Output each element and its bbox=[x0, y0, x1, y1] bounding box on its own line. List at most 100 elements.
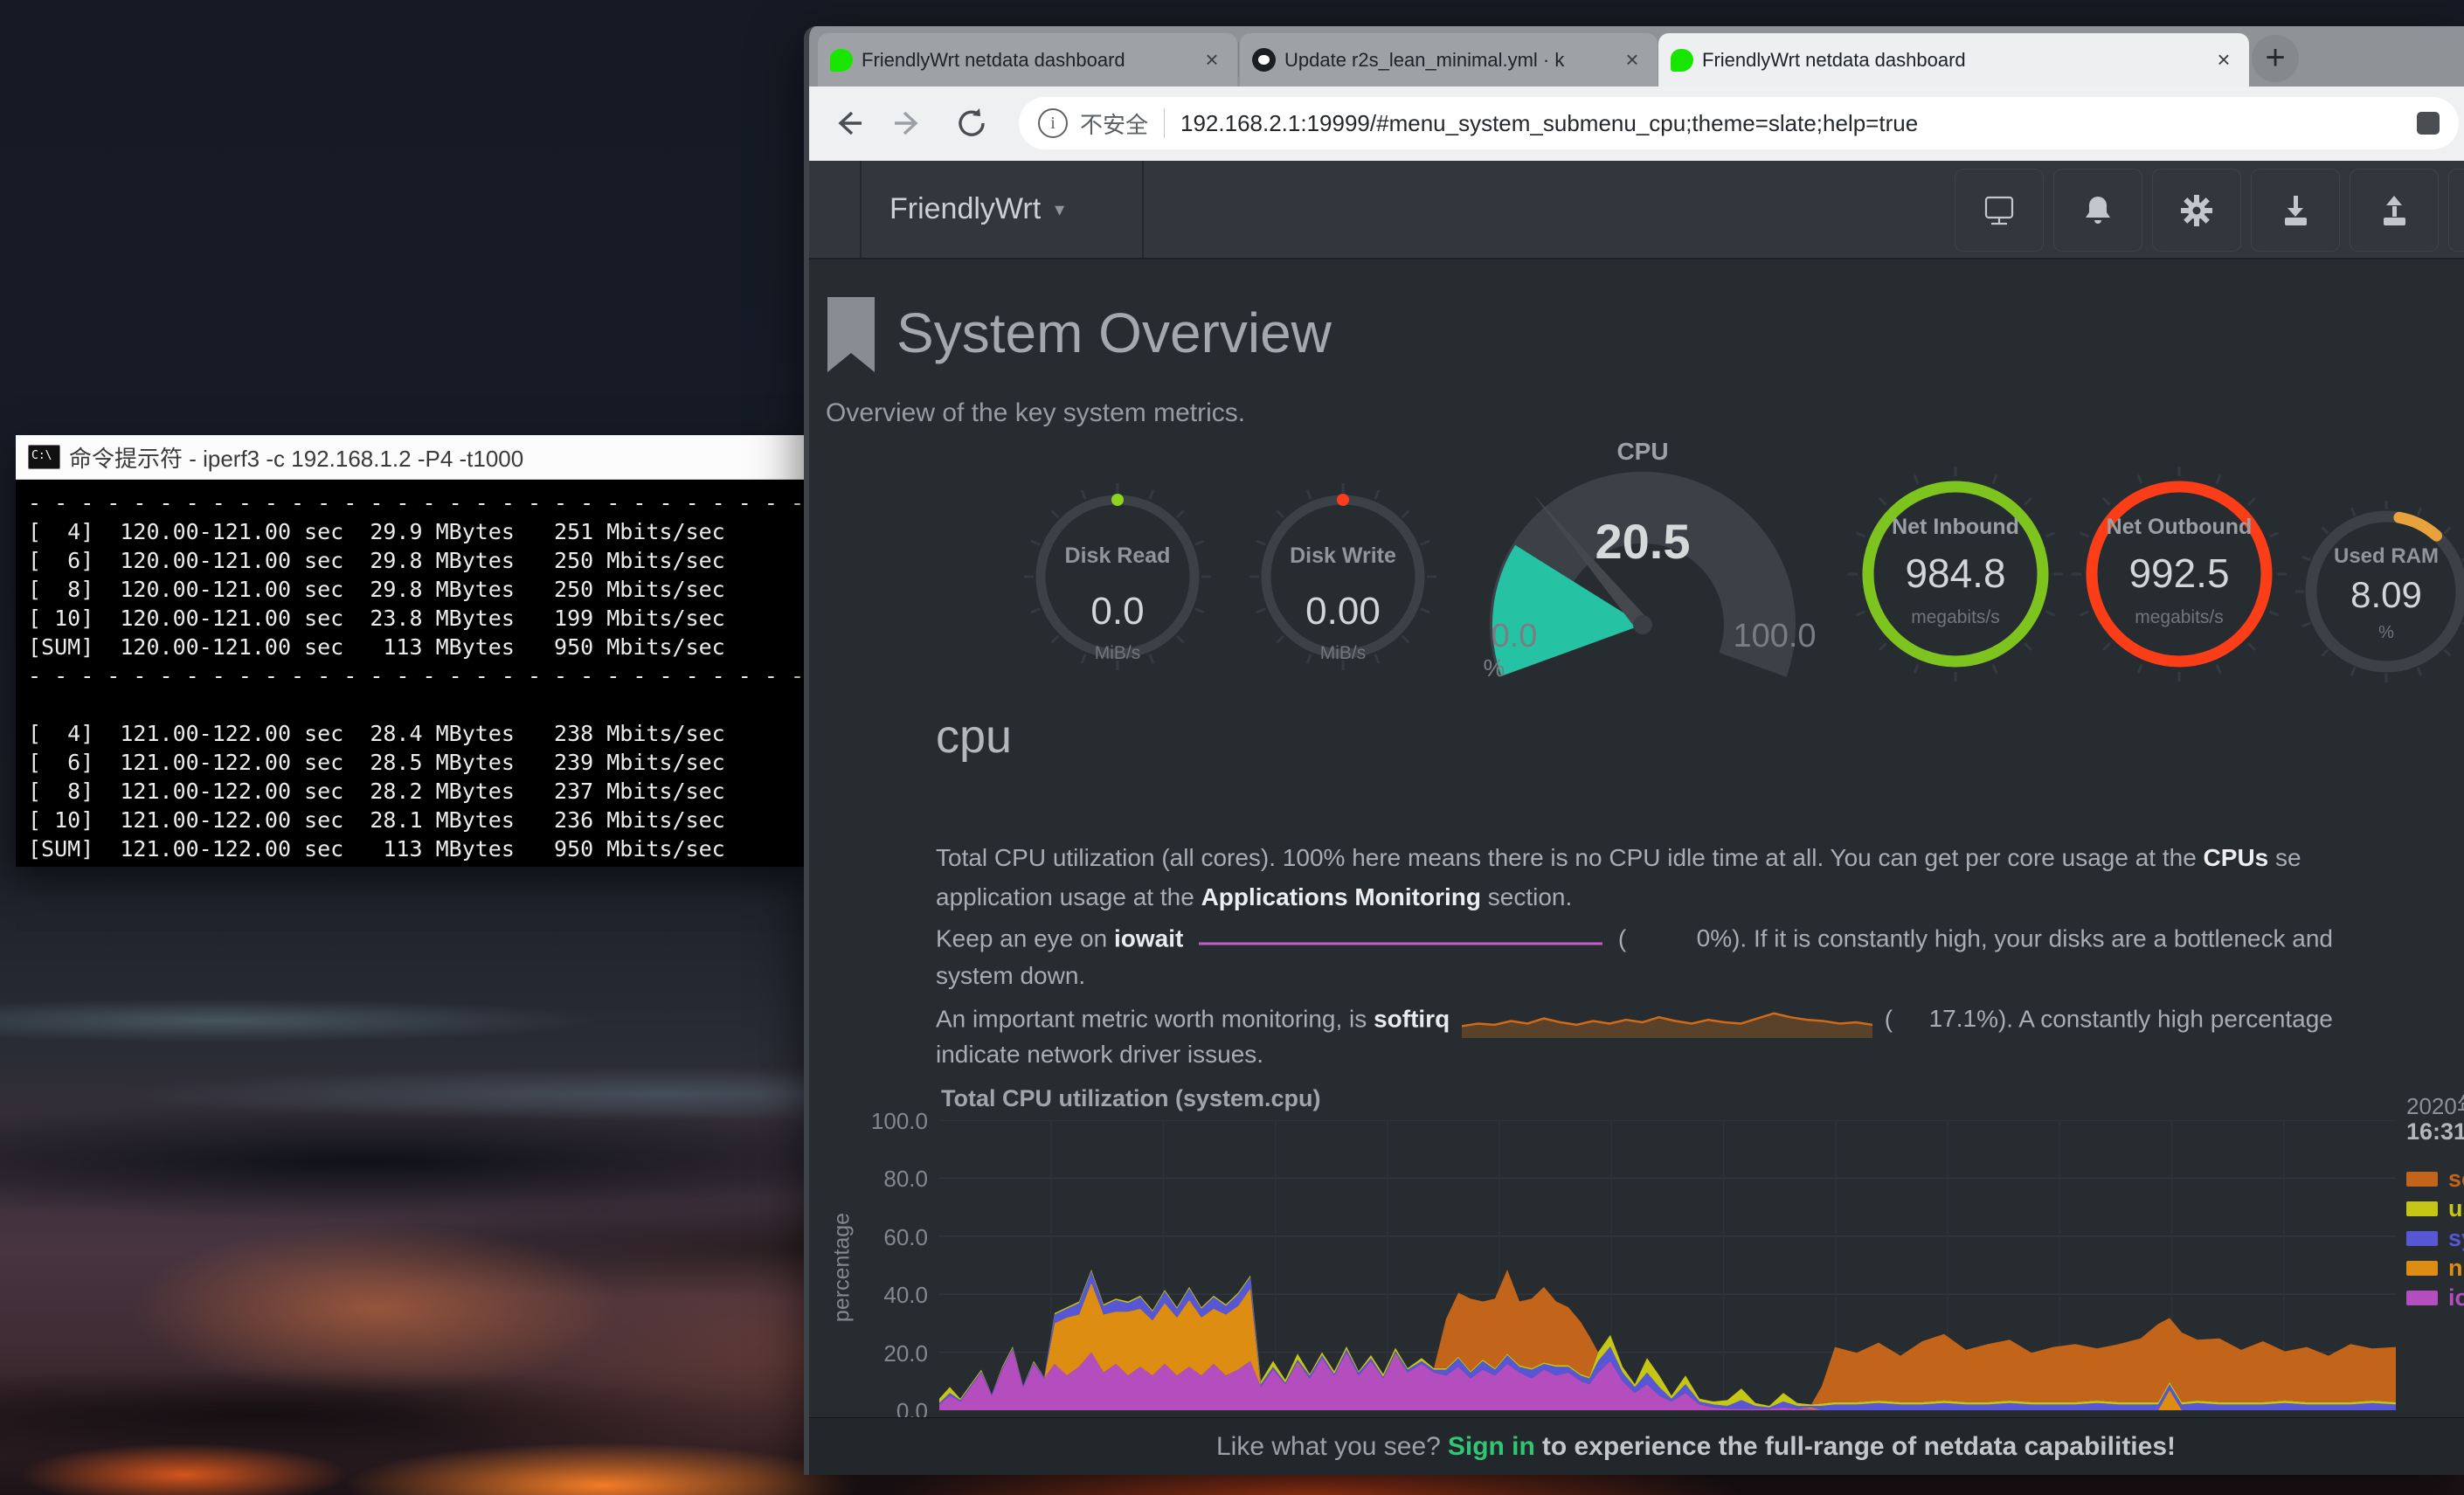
legend-swatch bbox=[2406, 1201, 2438, 1216]
legend-label: system bbox=[2448, 1225, 2464, 1252]
url-text[interactable]: 192.168.2.1:19999/#menu_system_submenu_c… bbox=[1180, 110, 2406, 137]
tab-strip: FriendlyWrt netdata dashboard × Update r… bbox=[809, 26, 2464, 87]
legend-label: softirq bbox=[2448, 1166, 2464, 1193]
gauge-disk-read[interactable]: Disk Read 0.0 MiB/s bbox=[1013, 472, 1222, 682]
iowait-label: iowait bbox=[1114, 924, 1183, 952]
gauge-unit: MiB/s bbox=[1013, 643, 1222, 664]
info-icon[interactable]: i bbox=[1038, 108, 1068, 138]
tab-label: Update r2s_lean_minimal.yml · k bbox=[1284, 49, 1610, 72]
disk-read-dot bbox=[1111, 494, 1124, 506]
legend-item-system[interactable]: system bbox=[2406, 1227, 2464, 1249]
new-tab-button[interactable]: + bbox=[2252, 35, 2299, 82]
gauge-net-outbound[interactable]: Net Outbound 992.5 megabits/s bbox=[2066, 460, 2293, 688]
gauge-min: 0.0 bbox=[1471, 618, 1558, 655]
host-name: FriendlyWrt bbox=[889, 192, 1041, 226]
cpu-utilization-chart[interactable] bbox=[939, 1120, 2396, 1410]
legend-item-user[interactable]: user bbox=[2406, 1197, 2464, 1220]
help-button[interactable] bbox=[2448, 169, 2464, 252]
gauge-used-ram[interactable]: Used RAM 8.09 % bbox=[2290, 495, 2464, 688]
netdata-favicon bbox=[1671, 49, 1693, 72]
text: ( bbox=[1885, 1005, 1893, 1032]
gauge-label: Disk Read bbox=[1013, 543, 1222, 569]
legend-label: iowait bbox=[2448, 1284, 2464, 1312]
tab-close-icon[interactable]: × bbox=[1199, 46, 1225, 73]
netdata-favicon bbox=[830, 49, 853, 72]
legend-item-nice[interactable]: nice bbox=[2406, 1256, 2464, 1279]
gauge-label: CPU bbox=[1450, 438, 1835, 466]
tab-netdata-2-active[interactable]: FriendlyWrt netdata dashboard × bbox=[1658, 33, 2249, 87]
chart-areas bbox=[939, 1270, 2396, 1410]
bookmark-icon bbox=[826, 297, 876, 378]
forward-button[interactable] bbox=[884, 99, 933, 148]
chart-time: 16:31:2 bbox=[2406, 1118, 2464, 1145]
back-button[interactable] bbox=[823, 99, 872, 148]
import-download-button[interactable] bbox=[2251, 169, 2340, 252]
cpu-description-line: application usage at the Applications Mo… bbox=[936, 883, 1572, 911]
iowait-sparkline[interactable] bbox=[1195, 923, 1606, 958]
cmd-icon: C:\ bbox=[28, 445, 60, 469]
y-tick: 80.0 bbox=[832, 1166, 928, 1193]
terminal-body: - - - - - - - - - - - - - - - - - - - - … bbox=[16, 480, 804, 867]
text: ( bbox=[1618, 924, 1626, 952]
cpu-description-line: Total CPU utilization (all cores). 100% … bbox=[936, 844, 2301, 872]
security-label: 不安全 bbox=[1080, 107, 1148, 140]
cpu-description-line: Keep an eye on iowait (0%). If it is con… bbox=[936, 923, 2333, 958]
text: Keep an eye on bbox=[936, 924, 1114, 952]
cpus-link[interactable]: CPUs bbox=[2204, 844, 2269, 871]
gauge-net-inbound[interactable]: Net Inbound 984.8 megabits/s bbox=[1842, 460, 2069, 688]
applications-monitoring-link[interactable]: Applications Monitoring bbox=[1201, 883, 1481, 910]
terminal-output: - - - - - - - - - - - - - - - - - - - - … bbox=[16, 480, 804, 867]
github-favicon bbox=[1252, 48, 1276, 72]
text: application usage at the bbox=[936, 883, 1201, 910]
chart-title: Total CPU utilization (system.cpu) bbox=[941, 1085, 1321, 1112]
text: to experience the full-range of netdata … bbox=[1542, 1432, 2176, 1462]
gauge-label: Net Outbound bbox=[2066, 515, 2293, 540]
export-upload-button[interactable] bbox=[2350, 169, 2439, 252]
legend-swatch bbox=[2406, 1291, 2438, 1305]
gauge-value: 0.0 bbox=[1013, 590, 1222, 633]
url-bar[interactable]: i 不安全 192.168.2.1:19999/#menu_system_sub… bbox=[1019, 97, 2459, 149]
extension-icon[interactable] bbox=[2417, 112, 2440, 135]
tab-close-icon[interactable]: × bbox=[1619, 46, 1645, 73]
gauge-value: 992.5 bbox=[2066, 550, 2293, 597]
text: Like what you see? bbox=[1216, 1432, 1441, 1462]
softirq-label: softirq bbox=[1374, 1005, 1450, 1032]
text: section. bbox=[1481, 883, 1572, 910]
gauge-cpu[interactable]: CPU 20.5 0.0 100.0 % bbox=[1450, 440, 1835, 693]
cpu-description-line: system down. bbox=[936, 962, 1085, 990]
y-tick: 40.0 bbox=[832, 1282, 928, 1309]
gauge-unit: megabits/s bbox=[1842, 607, 2069, 628]
settings-gear-button[interactable] bbox=[2152, 169, 2241, 252]
legend-item-softirq[interactable]: softirq bbox=[2406, 1167, 2464, 1190]
softirq-sparkline[interactable] bbox=[1462, 1001, 1872, 1040]
terminal-window: C:\ 命令提示符 - iperf3 -c 192.168.1.2 -P4 -t… bbox=[16, 435, 804, 867]
gauge-disk-write[interactable]: Disk Write 0.00 MiB/s bbox=[1238, 472, 1448, 682]
reload-button[interactable] bbox=[947, 99, 996, 148]
host-dropdown[interactable]: FriendlyWrt ▾ bbox=[889, 161, 1064, 258]
used-ram-arc bbox=[2399, 517, 2437, 536]
terminal-title: 命令提示符 - iperf3 -c 192.168.1.2 -P4 -t1000 bbox=[69, 441, 523, 474]
browser-toolbar: i 不安全 192.168.2.1:19999/#menu_system_sub… bbox=[809, 87, 2464, 162]
gauge-value: 984.8 bbox=[1842, 550, 2069, 597]
gauge-max: 100.0 bbox=[1718, 618, 1831, 655]
signin-banner: Like what you see? Sign in to experience… bbox=[809, 1417, 2464, 1475]
terminal-titlebar[interactable]: C:\ 命令提示符 - iperf3 -c 192.168.1.2 -P4 -t… bbox=[16, 435, 804, 480]
text: An important metric worth monitoring, is bbox=[936, 1005, 1374, 1032]
legend-label: user bbox=[2448, 1195, 2464, 1222]
tab-close-icon[interactable]: × bbox=[2211, 46, 2237, 73]
chart-section-heading: cpu bbox=[936, 709, 1012, 764]
header-separator bbox=[860, 161, 862, 258]
gauge-label: Disk Write bbox=[1238, 543, 1448, 569]
text: %). If it is constantly high, your disks… bbox=[1710, 924, 2333, 952]
y-tick: 60.0 bbox=[832, 1224, 928, 1251]
legend-item-iowait[interactable]: iowait bbox=[2406, 1286, 2464, 1309]
netdata-page: FriendlyWrt ▾ bbox=[809, 161, 2464, 1475]
print-monitor-button[interactable] bbox=[1955, 169, 2044, 252]
sign-in-link[interactable]: Sign in bbox=[1448, 1432, 1535, 1462]
gauge-unit: % bbox=[1468, 654, 1520, 682]
alarms-bell-button[interactable] bbox=[2053, 169, 2142, 252]
tab-github[interactable]: Update r2s_lean_minimal.yml · k × bbox=[1240, 33, 1658, 87]
gauge-unit: megabits/s bbox=[2066, 607, 2293, 628]
tab-netdata-1[interactable]: FriendlyWrt netdata dashboard × bbox=[818, 33, 1237, 87]
netdata-header: FriendlyWrt ▾ bbox=[809, 161, 2464, 260]
